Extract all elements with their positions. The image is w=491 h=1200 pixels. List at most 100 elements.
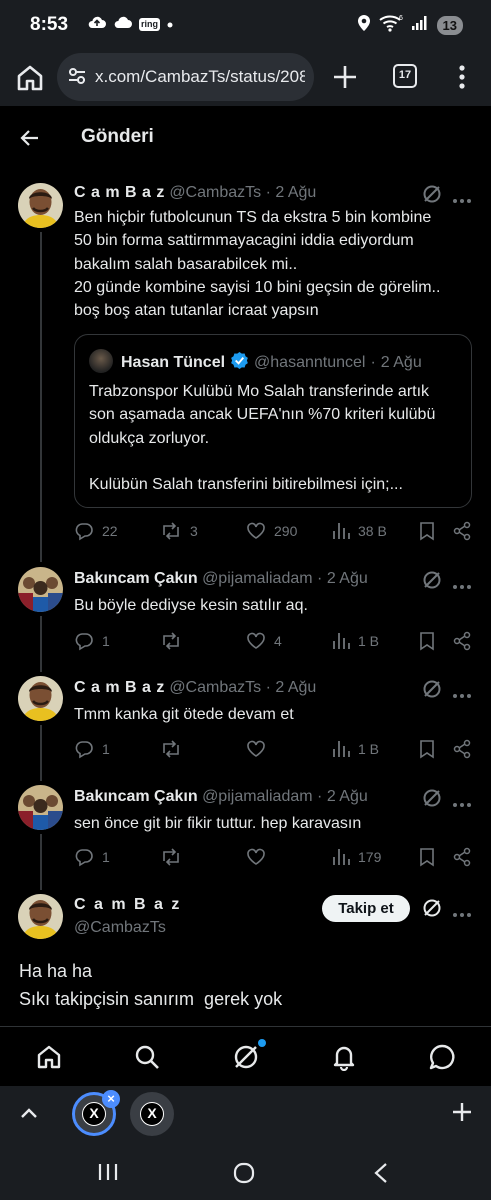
separator-dot: · — [265, 679, 271, 696]
author-handle[interactable]: @pijamaliadam — [202, 570, 313, 587]
browser-menu-button[interactable] — [455, 64, 469, 90]
back-icon[interactable] — [373, 1162, 389, 1189]
home-circle-icon[interactable] — [233, 1162, 255, 1189]
browser-tab-x[interactable]: X — [130, 1092, 174, 1136]
nav-grok-icon[interactable] — [232, 1043, 260, 1071]
avatar[interactable] — [18, 183, 63, 228]
tweet-meta: Bakıncam Çakın @pijamaliadam · 2 Ağu — [74, 788, 368, 806]
repost-button[interactable] — [160, 847, 190, 867]
timestamp[interactable]: 2 Ağu — [275, 184, 316, 201]
view-count: 1 B — [358, 741, 380, 757]
bookmark-button[interactable] — [418, 847, 436, 867]
grok-icon[interactable] — [422, 679, 442, 699]
add-tab-icon[interactable] — [450, 1100, 474, 1129]
new-tab-button[interactable] — [330, 62, 360, 92]
chevron-up-icon[interactable] — [20, 1106, 38, 1124]
view-count: 179 — [358, 849, 382, 865]
author-handle[interactable]: @CambazTs — [169, 679, 261, 696]
avatar[interactable] — [18, 567, 63, 612]
tab-switcher-button[interactable]: 17 — [393, 64, 417, 88]
like-button[interactable]: 290 — [246, 521, 297, 541]
share-button[interactable] — [452, 739, 472, 759]
repost-icon — [163, 522, 179, 540]
author-handle[interactable]: @pijamaliadam — [202, 788, 313, 805]
more-options-icon[interactable] — [452, 795, 472, 807]
reply-button[interactable]: 1 — [74, 739, 110, 759]
author-name[interactable]: C a m B a z — [74, 679, 165, 696]
author-name[interactable]: C a m B a z — [74, 184, 165, 201]
reply-count: 1 — [102, 741, 110, 757]
share-button[interactable] — [452, 521, 472, 541]
reply-button[interactable]: 1 — [74, 631, 110, 651]
avatar[interactable] — [18, 676, 63, 721]
thread-connector — [40, 616, 42, 672]
grok-icon[interactable] — [422, 570, 442, 590]
views-button[interactable]: 179 — [332, 847, 381, 867]
tweet-line: 50 bin forma sattirmmayacagini iddia edi… — [74, 232, 414, 250]
share-button[interactable] — [452, 631, 472, 651]
views-button[interactable]: 38 B — [332, 521, 387, 541]
views-button[interactable]: 1 B — [332, 631, 379, 651]
view-count: 1 B — [358, 633, 380, 649]
bookmark-button[interactable] — [418, 521, 436, 541]
reply-button[interactable]: 1 — [74, 847, 110, 867]
more-options-icon[interactable] — [452, 191, 472, 203]
address-bar[interactable]: x.com/CambazTs/status/2084 — [57, 53, 314, 101]
quote-text: Trabzonspor Kulübü Mo Salah transferinde… — [89, 380, 465, 496]
timestamp[interactable]: 2 Ağu — [327, 570, 368, 587]
quote-author-name: Hasan Tüncel — [121, 354, 226, 371]
recent-apps-icon[interactable] — [97, 1162, 119, 1187]
like-button[interactable] — [246, 739, 274, 759]
bookmark-button[interactable] — [418, 739, 436, 759]
author-name[interactable]: Bakıncam Çakın — [74, 570, 198, 587]
timestamp[interactable]: 2 Ağu — [327, 788, 368, 805]
more-options-icon[interactable] — [452, 577, 472, 589]
nav-home-icon[interactable] — [35, 1043, 63, 1071]
repost-button[interactable]: 3 — [160, 521, 198, 541]
quote-avatar[interactable] — [89, 349, 113, 373]
nav-notifications-icon[interactable] — [330, 1043, 358, 1072]
tweet-line: Bu böyle dediyse kesin satılır aq. — [74, 597, 308, 614]
separator-dot: · — [317, 570, 323, 587]
unread-dot — [258, 1039, 266, 1047]
bookmark-button[interactable] — [418, 631, 436, 651]
location-icon — [357, 14, 371, 37]
close-tab-icon[interactable]: × — [102, 1090, 120, 1108]
site-settings-icon[interactable] — [67, 67, 87, 90]
nav-search-icon[interactable] — [133, 1043, 161, 1071]
heart-icon — [247, 632, 265, 649]
quoted-tweet[interactable]: Hasan Tüncel @hasanntuncel · 2 Ağu Trabz… — [74, 334, 472, 508]
avatar[interactable] — [18, 894, 63, 939]
avatar[interactable] — [18, 785, 63, 830]
grok-icon[interactable] — [422, 184, 442, 204]
follow-button[interactable]: Takip et — [322, 895, 410, 922]
repost-button[interactable] — [160, 631, 190, 651]
page-title: Gönderi — [81, 126, 154, 147]
reply-icon — [75, 633, 93, 651]
author-handle[interactable]: @CambazTs — [74, 919, 166, 937]
author-handle[interactable]: @CambazTs — [169, 184, 261, 201]
like-button[interactable] — [246, 847, 274, 867]
views-button[interactable]: 1 B — [332, 739, 379, 759]
views-icon — [333, 523, 350, 539]
repost-button[interactable] — [160, 739, 190, 759]
quote-line: Kulübün Salah transferini bitirebilmesi … — [89, 476, 403, 494]
reply-button[interactable]: 22 — [74, 521, 118, 541]
browser-home-button[interactable] — [14, 62, 46, 94]
tweet-line: sen önce git bir fikir tuttur. hep karav… — [74, 815, 362, 832]
like-button[interactable]: 4 — [246, 631, 282, 651]
author-name[interactable]: C a m B a z — [74, 896, 181, 914]
tweet-line: bakalım salah basarabilcek mi.. — [74, 255, 298, 273]
grok-icon[interactable] — [422, 788, 442, 808]
back-button[interactable] — [18, 126, 42, 150]
bookmark-icon — [420, 522, 434, 541]
author-name[interactable]: Bakıncam Çakın — [74, 788, 198, 805]
notification-dot-icon — [166, 16, 174, 34]
share-button[interactable] — [452, 847, 472, 867]
more-options-icon[interactable] — [452, 686, 472, 698]
nav-messages-icon[interactable] — [428, 1043, 456, 1071]
grok-icon[interactable] — [422, 898, 442, 918]
timestamp[interactable]: 2 Ağu — [275, 679, 316, 696]
tweet-meta: C a m B a z @CambazTs · 2 Ağu — [74, 679, 316, 697]
more-options-icon[interactable] — [452, 905, 472, 917]
